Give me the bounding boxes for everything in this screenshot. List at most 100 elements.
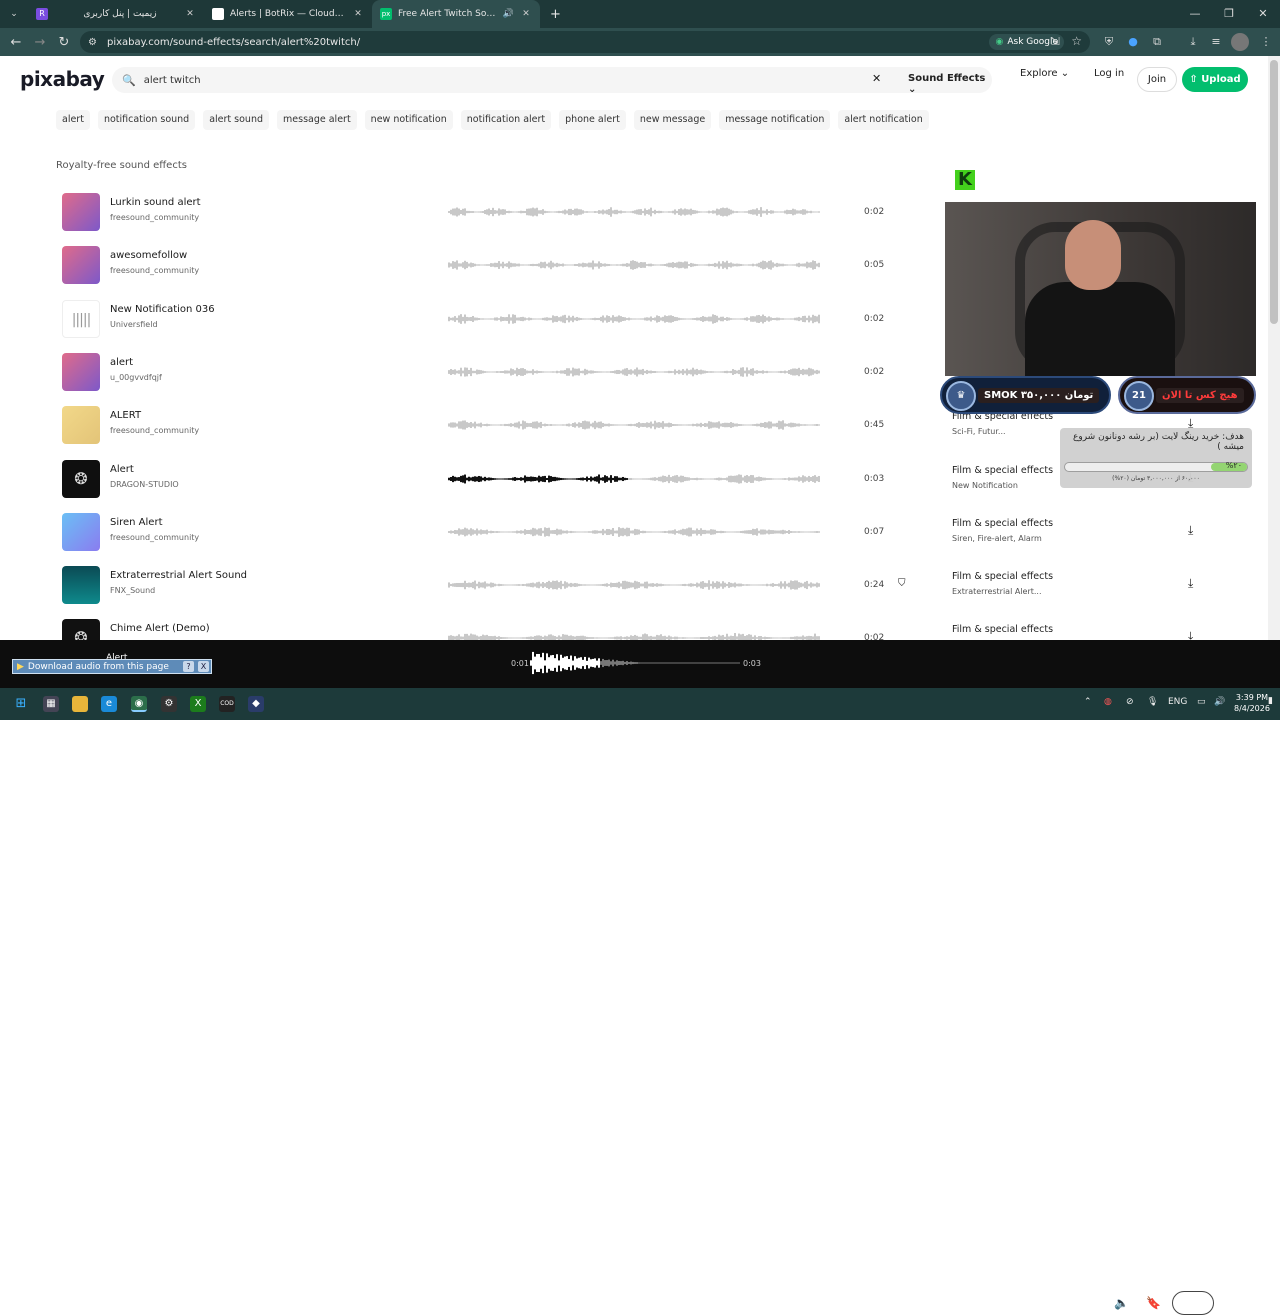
track-title[interactable]: awesomefollow [110,250,187,261]
search-input[interactable] [143,74,844,86]
track-waveform[interactable] [448,307,888,331]
track-row[interactable]: Extraterrestrial Alert Sound FNX_Sound 0:2… [56,566,1206,619]
track-category[interactable]: Film & special effects [952,624,1053,635]
track-author[interactable]: freesound_community [110,266,199,275]
track-title[interactable]: Alert [110,464,134,475]
notification-icon[interactable]: ▮ [1268,696,1273,706]
track-thumbnail[interactable] [62,512,100,551]
track-author[interactable]: freesound_community [110,426,199,435]
tab-pixabay[interactable]: px Free Alert Twitch Sound Eff... 🔊 ✕ [372,0,540,28]
bookmark-star-icon[interactable]: ☆ [1071,34,1082,48]
speaker-icon[interactable]: 🔊 [1214,697,1225,707]
keyboard-language[interactable]: ENG [1168,697,1187,707]
track-waveform[interactable] [448,253,888,277]
tag-chip[interactable]: alert notification [838,110,929,130]
call-of-duty-icon[interactable]: COD [219,696,235,712]
tag-chip[interactable]: new notification [364,110,453,130]
minimize-icon[interactable]: — [1178,0,1212,28]
track-title[interactable]: Extraterrestrial Alert Sound [110,570,247,581]
track-waveform[interactable] [448,573,888,597]
url-box[interactable]: ⚙ pixabay.com/sound-effects/search/alert… [80,31,1090,53]
media-type-dropdown[interactable]: Sound Effects ⌄ [908,73,992,95]
scrollbar-thumb[interactable] [1270,60,1278,324]
profile-avatar[interactable] [1231,33,1249,51]
explore-menu[interactable]: Explore ⌄ [1020,68,1069,79]
track-thumbnail[interactable] [62,406,100,445]
track-title[interactable]: ALERT [110,410,141,421]
tag-chip[interactable]: notification sound [97,110,196,130]
download-icon[interactable]: ⤓ [1188,576,1193,591]
track-author[interactable]: DRAGON-STUDIO [110,480,179,489]
steam-icon[interactable]: ⚙ [161,696,177,712]
track-author[interactable]: FNX_Sound [110,586,155,595]
task-view-icon[interactable]: ▦ [43,696,59,712]
app-icon[interactable]: ◆ [248,696,264,712]
join-button[interactable]: Join [1137,67,1177,92]
tray-chevron-icon[interactable]: ⌃ [1084,697,1092,707]
extensions-puzzle-icon[interactable]: ⧉ [1148,33,1166,51]
track-category[interactable]: Film & special effects [952,571,1053,582]
close-tab-icon[interactable]: ✕ [520,9,532,19]
tag-chip[interactable]: notification alert [460,110,552,130]
track-waveform[interactable] [448,467,888,491]
site-info-icon[interactable]: ⚙ [88,37,97,48]
tab-zimit[interactable]: زیمیت | پنل کاربری ✕ [54,0,204,28]
xbox-icon[interactable]: X [190,696,206,712]
shield-extension-icon[interactable]: ⛨ [1100,33,1118,51]
track-author[interactable]: Universfield [110,320,158,329]
track-thumbnail[interactable] [62,566,100,605]
tag-chip[interactable]: message notification [719,110,831,130]
track-author[interactable]: freesound_community [110,533,199,542]
track-thumbnail[interactable] [62,246,100,285]
player-waveform[interactable] [530,648,750,678]
dismiss-button[interactable]: X [198,661,209,672]
like-button[interactable]: ♡ 42 [1172,1291,1214,1315]
restore-icon[interactable]: ❐ [1212,0,1246,28]
search-bar[interactable]: 🔍 ✕ Sound Effects ⌄ [112,67,992,95]
track-waveform[interactable] [448,413,888,437]
help-button[interactable]: ? [183,661,194,672]
track-waveform[interactable] [448,360,888,384]
track-waveform[interactable] [448,520,888,544]
track-waveform[interactable] [448,200,888,224]
back-arrow-icon[interactable]: ← [4,35,28,50]
track-row[interactable]: ❂ Alert DRAGON-STUDIO 0:03 Film & special ef… [56,459,1206,513]
microphone-icon[interactable]: 🎙 [1147,697,1158,707]
track-title[interactable]: Lurkin sound alert [110,197,201,208]
track-title[interactable]: Siren Alert [110,517,163,528]
close-window-icon[interactable]: ✕ [1246,0,1280,28]
bookmark-icon[interactable]: 🔖 [1146,1296,1161,1310]
tab-search-icon[interactable]: ⌄ [6,6,22,22]
volume-icon[interactable]: 🔈 [1114,1296,1129,1310]
tag-chip[interactable]: alert [56,110,90,130]
track-title[interactable]: New Notification 036 [110,304,215,315]
tag-chip[interactable]: phone alert [559,110,626,130]
file-explorer-icon[interactable] [72,696,88,712]
close-tab-icon[interactable]: ✕ [352,9,364,19]
tab-botrix[interactable]: Alerts | BotRix — Cloud Stream... ✕ [204,0,372,28]
downloads-icon[interactable]: ⤓ [1184,33,1202,51]
edge-browser-icon[interactable]: e [101,696,117,712]
pixabay-logo[interactable]: pixabay [20,67,105,91]
track-category[interactable]: Film & special effects [952,518,1053,529]
vpn-extension-icon[interactable]: ● [1124,33,1142,51]
track-author[interactable]: u_00gvvdfqjf [110,373,162,382]
tag-chip[interactable]: alert sound [203,110,270,130]
track-thumbnail[interactable]: ❂ [62,459,100,498]
system-clock[interactable]: 3:39 PM 8/4/2026 [1234,692,1270,714]
audio-playing-icon[interactable]: 🔊 [503,9,514,19]
tray-app-icon[interactable]: ◍ [1104,697,1112,707]
forward-arrow-icon[interactable]: → [28,35,52,50]
download-icon[interactable]: ⤓ [1188,523,1193,538]
install-icon[interactable]: ⇲ [1051,35,1060,48]
tag-chip[interactable]: message alert [277,110,357,130]
reload-icon[interactable]: ↻ [52,35,76,50]
track-thumbnail[interactable]: ||||| [62,299,100,338]
track-title[interactable]: alert [110,357,133,368]
track-author[interactable]: freesound_community [110,213,199,222]
network-icon[interactable]: ▭ [1197,697,1206,707]
track-thumbnail[interactable] [62,193,100,231]
close-tab-icon[interactable]: ✕ [184,9,196,19]
track-row[interactable]: Siren Alert freesound_community 0:07 Film &… [56,512,1206,566]
tray-muted-icon[interactable]: ⊘ [1126,697,1134,707]
